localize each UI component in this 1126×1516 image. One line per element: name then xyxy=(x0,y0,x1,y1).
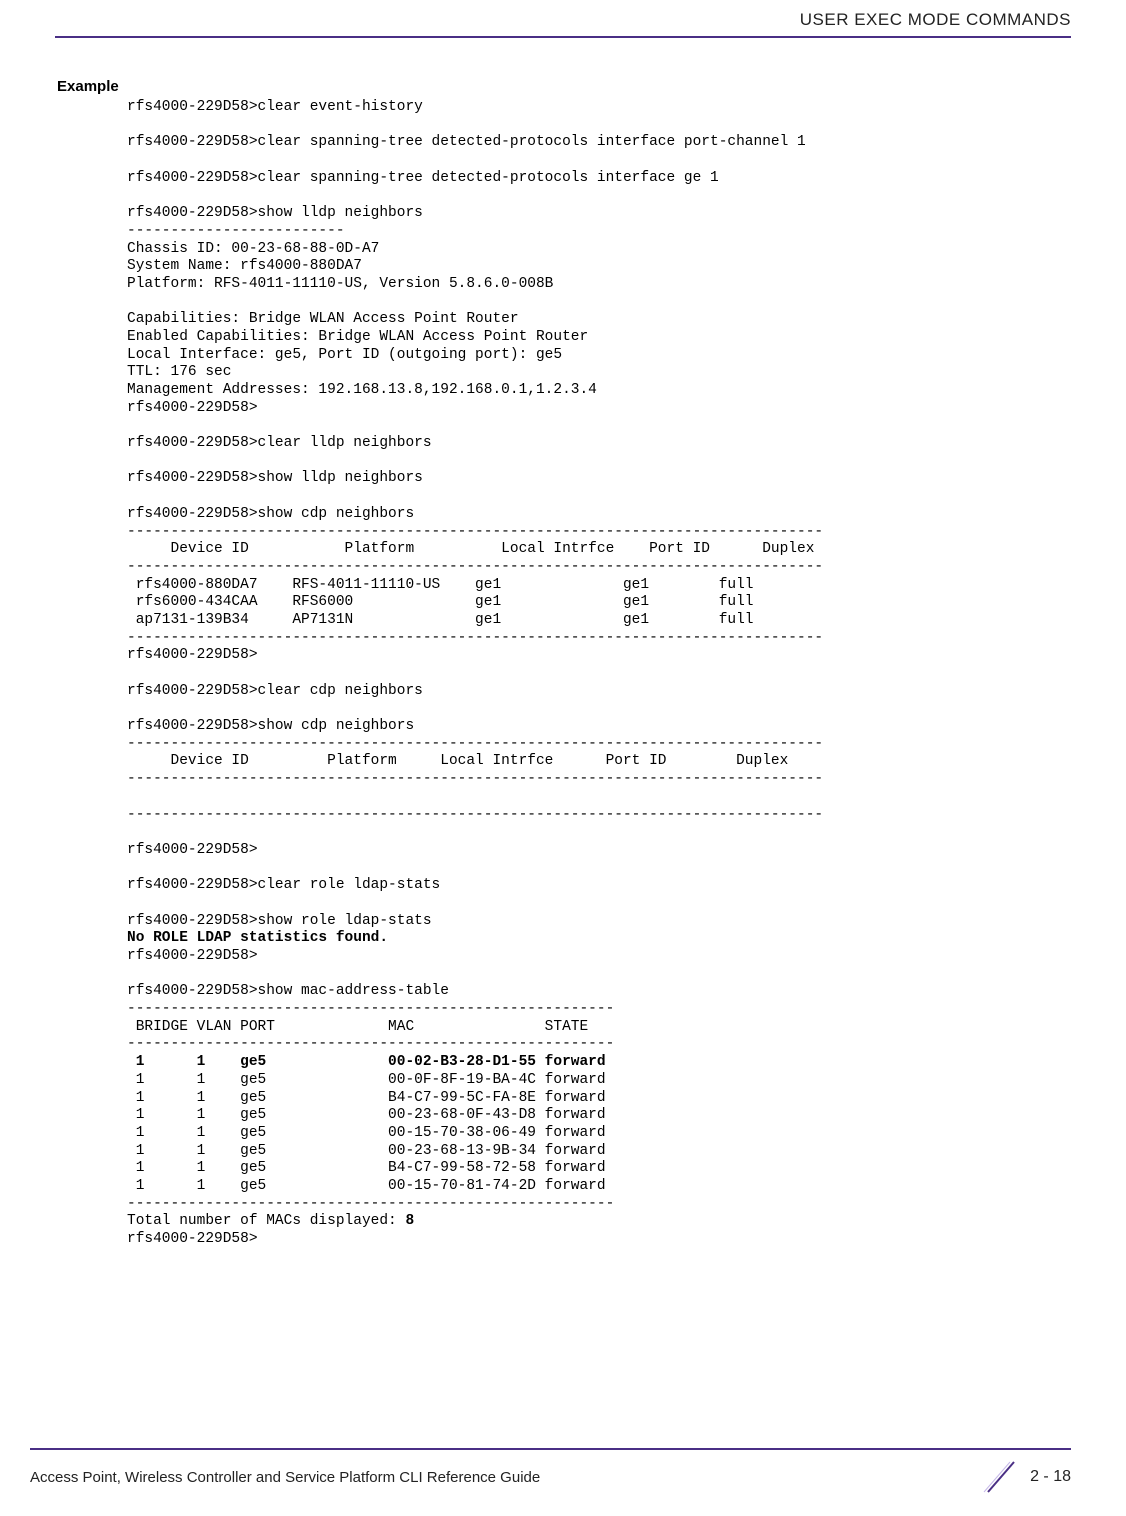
page-number-text: 2 - 18 xyxy=(1030,1468,1071,1486)
page-number: 2 - 18 xyxy=(982,1458,1071,1496)
terminal-output: rfs4000-229D58>clear event-history rfs40… xyxy=(127,99,1071,1249)
example-label: Example xyxy=(57,78,1071,95)
footer: Access Point, Wireless Controller and Se… xyxy=(0,1448,1126,1496)
output-after-mac: 1 1 ge5 00-0F-8F-19-BA-4C forward 1 1 ge… xyxy=(127,1072,614,1230)
output-ldap-bold: No ROLE LDAP statistics found. xyxy=(127,930,388,946)
section-heading: USER EXEC MODE COMMANDS xyxy=(55,10,1071,36)
page: USER EXEC MODE COMMANDS Example rfs4000-… xyxy=(0,0,1126,1516)
header-rule xyxy=(55,36,1071,38)
footer-rule xyxy=(30,1448,1071,1450)
output-after-ldap: rfs4000-229D58> rfs4000-229D58>show mac-… xyxy=(127,948,614,1052)
output-pre: rfs4000-229D58>clear event-history rfs40… xyxy=(127,99,823,929)
page-slash-icon xyxy=(982,1458,1020,1496)
output-total-bold: 8 xyxy=(405,1213,414,1229)
footer-title: Access Point, Wireless Controller and Se… xyxy=(30,1469,540,1486)
output-mac-bold: 1 1 ge5 00-02-B3-28-D1-55 forward xyxy=(127,1054,606,1070)
output-tail: rfs4000-229D58> xyxy=(127,1231,258,1247)
footer-row: Access Point, Wireless Controller and Se… xyxy=(30,1458,1071,1496)
